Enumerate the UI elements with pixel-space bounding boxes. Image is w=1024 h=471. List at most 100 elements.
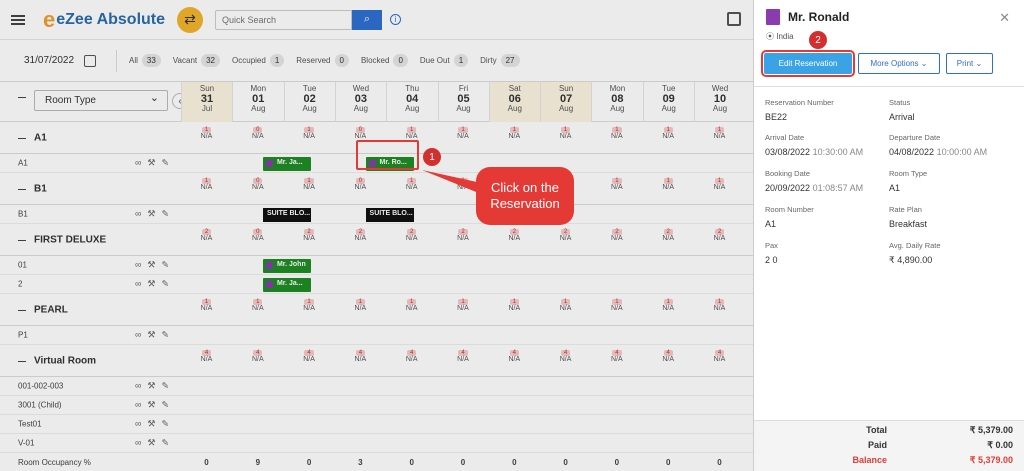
availability-cell: 0 N/A — [251, 127, 264, 140]
availability-cell: 0 N/A — [251, 178, 264, 191]
occupancy-value: 3 — [358, 458, 363, 467]
suite-block[interactable]: SUITE BLO... — [262, 208, 311, 222]
room-type-section[interactable]: Virtual Room 4 N/A 4 N/A 4 N/A 4 N/A 4 N/A 4 N/A 4 N/A… — [0, 345, 753, 377]
filter-all[interactable]: All 33 — [129, 54, 161, 67]
filter-occupied[interactable]: Occupied 1 — [232, 54, 285, 67]
filter-count: 0 — [393, 54, 408, 67]
collapse-icon[interactable] — [18, 309, 26, 311]
availability-cell: 1N/A — [662, 127, 675, 140]
reservation-number-field: Reservation Number BE22 — [765, 98, 834, 122]
room-status-icons[interactable]: ∞⚒✎ — [135, 381, 175, 392]
day-column-header: Sun 31 Jul — [181, 82, 232, 122]
room-status-icons[interactable]: ∞⚒✎ — [135, 419, 175, 430]
filter-label: Blocked — [360, 56, 390, 65]
availability-cell: 1N/A — [611, 299, 623, 312]
app-logo[interactable]: e eZee Absolute — [43, 7, 165, 33]
grid-header: Room Type ‹ Sun31JulMon01AugTue02AugWed0… — [0, 82, 753, 122]
availability-cell: 1N/A — [457, 127, 469, 140]
booking-block[interactable]: Mr. John — [262, 259, 311, 273]
calendar-icon[interactable] — [727, 12, 741, 26]
reservation-panel: Mr. Ronald ✕ ⦿ India 2 Edit Reservation … — [753, 0, 1024, 471]
date-picker[interactable]: 31/07/2022 — [12, 49, 117, 72]
booking-block[interactable]: Mr. Ja... — [262, 278, 311, 292]
filter-count: 0 — [334, 54, 349, 67]
day-column-header: Mon 01 Aug — [232, 82, 283, 122]
room-status-icons[interactable]: ∞⚒✎ — [135, 260, 175, 271]
filter-count: 32 — [201, 54, 221, 67]
availability-cell: 2 N/A — [200, 229, 213, 242]
room-type-select[interactable]: Room Type — [34, 90, 168, 111]
guest-name: Mr. Ronald — [788, 10, 850, 24]
top-icons — [727, 12, 741, 26]
collapse-all-icon[interactable] — [18, 97, 26, 98]
room-status-icons[interactable]: ∞⚒✎ — [135, 438, 175, 449]
availability-cell: 1N/A — [713, 127, 726, 140]
suite-block[interactable]: SUITE BLO... — [365, 208, 414, 222]
filter-due-out[interactable]: Due Out 1 — [419, 54, 469, 67]
room-type-section[interactable]: FIRST DELUXE 2 N/A 0 N/A 2 N/A 2 N/A 2 N/A 2 N/A 2 N/A… — [0, 224, 753, 256]
occupancy-value: 0 — [512, 458, 517, 467]
filter-dirty[interactable]: Dirty 27 — [480, 54, 520, 67]
calendar-icon[interactable] — [84, 54, 97, 67]
availability-cell: 4 N/A — [457, 350, 469, 363]
menu-icon[interactable] — [11, 14, 25, 25]
day-column-header: Fri 05 Aug — [437, 82, 489, 122]
availability-cell: 1N/A — [303, 127, 315, 140]
room-name: 01 — [18, 260, 27, 270]
availability-cell: 4 N/A — [713, 350, 726, 363]
filter-label: Due Out — [419, 56, 450, 65]
status-field: Status Arrival — [889, 98, 915, 122]
filter-reserved[interactable]: Reserved 0 — [296, 54, 349, 67]
availability-cell: 1N/A — [713, 299, 726, 312]
availability-cell: 2 N/A — [713, 229, 726, 242]
room-status-icons[interactable]: ∞⚒✎ — [135, 209, 175, 220]
availability-cell: 1N/A — [611, 127, 623, 140]
room-type-section[interactable]: B11N/A0N/A1N/A0N/A1N/A1N/A1N/A1N/A1N/A1N… — [0, 173, 753, 205]
collapse-icon[interactable] — [18, 137, 26, 139]
occupancy-value: 0 — [614, 458, 620, 467]
filter-blocked[interactable]: Blocked 0 — [361, 54, 408, 67]
room-type-field: Room Type A1 — [889, 169, 928, 193]
occupancy-value: 0 — [306, 458, 312, 467]
edit-reservation-button[interactable]: Edit Reservation — [761, 50, 855, 77]
room-status-icons[interactable]: ∞⚒✎ — [135, 400, 175, 411]
filter-label: Occupied — [232, 56, 266, 65]
room-status-icons[interactable]: ∞⚒✎ — [135, 279, 175, 290]
occupancy-value: 9 — [255, 458, 261, 467]
section-name: A1 — [34, 132, 47, 143]
day-column-header: Tue 02 Aug — [283, 82, 335, 122]
booking-block[interactable]: Mr. Ja... — [262, 157, 311, 171]
availability-cell: 4 N/A — [200, 350, 213, 363]
collapse-icon[interactable] — [18, 239, 26, 241]
collapse-icon[interactable] — [18, 360, 26, 362]
availability-cell: 1N/A — [354, 299, 367, 312]
more-options-button[interactable]: More Options ⌄ — [858, 53, 940, 74]
print-button[interactable]: Print ⌄ — [946, 53, 993, 74]
collapse-icon[interactable] — [18, 188, 26, 190]
availability-cell: 0 N/A — [251, 229, 264, 242]
info-icon[interactable]: i — [390, 14, 402, 25]
shuffle-icon[interactable]: ⇄ — [177, 6, 204, 33]
room-status-icons[interactable]: ∞⚒✎ — [135, 158, 175, 169]
room-type-section[interactable]: PEARL 1 N/A 1 N/A 1 N/A 1 N/A 1 N/A 1 N/A 1 N/A 1 N/A 1 N/… — [0, 294, 753, 326]
room-name: Test01 — [18, 419, 42, 429]
day-column-header: Tue 09 Aug — [642, 82, 694, 122]
filter-vacant[interactable]: Vacant 32 — [173, 54, 221, 67]
availability-cell: 1N/A — [559, 127, 572, 140]
availability-cell: 0 N/A — [354, 127, 367, 140]
availability-cell: 4 N/A — [251, 350, 264, 363]
availability-cell: 4 N/A — [354, 350, 367, 363]
section-name: B1 — [34, 183, 47, 194]
availability-cell: 2 N/A — [611, 229, 623, 242]
occupancy-value: 0 — [665, 458, 671, 467]
search-button[interactable]: ⌕ — [352, 9, 383, 30]
availability-cell: 4 N/A — [662, 350, 675, 363]
room-row: V-01 ∞⚒✎ — [0, 434, 753, 453]
availability-cell: 1N/A — [713, 178, 726, 191]
rate-plan-field: Rate Plan Breakfast — [889, 205, 928, 229]
room-row: 01 ∞⚒✎ — [0, 256, 753, 275]
close-icon[interactable]: ✕ — [999, 10, 1010, 26]
search-input[interactable] — [215, 9, 353, 30]
room-row: P1 ∞⚒✎ — [0, 326, 753, 345]
room-status-icons[interactable]: ∞⚒✎ — [135, 330, 175, 341]
